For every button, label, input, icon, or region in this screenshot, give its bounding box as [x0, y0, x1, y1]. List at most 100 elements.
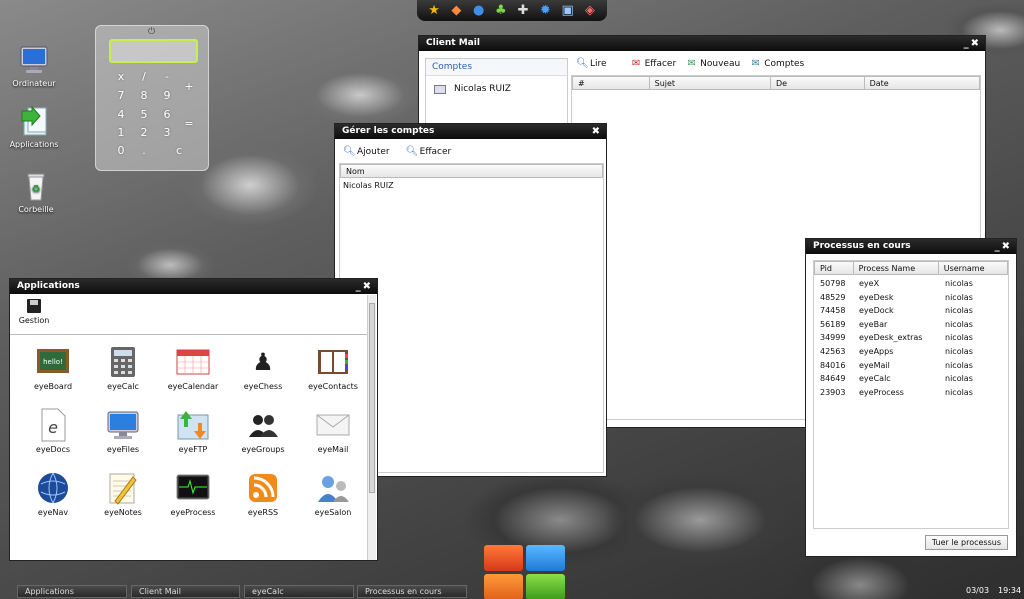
window-title: Client Mail — [426, 38, 480, 48]
gamepad-icon[interactable]: ✚ — [515, 3, 531, 19]
task-calc[interactable]: eyeCalc — [244, 585, 354, 598]
column-name[interactable]: Nom — [341, 165, 602, 177]
calc-key[interactable]: 3 — [160, 126, 174, 139]
desktop-icon-label: Applications — [9, 140, 59, 149]
manage-button[interactable]: Gestion — [18, 299, 50, 325]
calc-key[interactable]: = — [182, 117, 196, 130]
task-mail[interactable]: Client Mail — [131, 585, 240, 598]
desktop-icon-trash[interactable]: ♻ Corbeille — [6, 170, 66, 214]
app-eyecontacts[interactable]: eyeContacts — [298, 345, 368, 391]
calc-key[interactable]: 6 — [160, 108, 174, 121]
calc-key[interactable]: c — [172, 144, 186, 157]
close-icon[interactable]: ✖ — [363, 281, 373, 292]
app-eyedocs[interactable]: e eyeDocs — [18, 408, 88, 454]
column-number[interactable]: # — [573, 77, 650, 89]
column-from[interactable]: De — [771, 77, 865, 89]
applications-titlebar[interactable]: Applications _✖ — [10, 279, 377, 294]
calc-key[interactable]: . — [137, 144, 151, 157]
column-pid[interactable]: Pid — [815, 262, 854, 274]
desktop-icon-applications[interactable]: Applications — [4, 105, 64, 149]
account-item[interactable]: Nicolas RUIZ — [426, 76, 567, 94]
app-eyeftp[interactable]: eyeFTP — [158, 408, 228, 454]
calc-key[interactable]: - — [160, 70, 174, 83]
app-eyeboard[interactable]: hello! eyeBoard — [18, 345, 88, 391]
new-button[interactable]: ✉ Nouveau — [686, 58, 740, 69]
mail-titlebar[interactable]: Client Mail _✖ — [419, 36, 985, 51]
table-row[interactable]: 34999 eyeDesk_extras nicolas — [814, 331, 1008, 345]
tray-clock[interactable]: 19:34 — [998, 586, 1021, 595]
calc-key[interactable]: 9 — [160, 89, 174, 102]
read-button[interactable]: 🔍︎ Lire — [576, 58, 607, 69]
top-dock: ★ ◆ ● ♣ ✚ ✹ ▣ ◈ — [417, 0, 607, 21]
task-applications[interactable]: Applications — [17, 585, 127, 598]
column-subject[interactable]: Sujet — [650, 77, 772, 89]
accounts-list: Nom Nicolas RUIZ — [339, 163, 604, 473]
delete-button[interactable]: ✉ Effacer — [631, 58, 676, 69]
column-date[interactable]: Date — [865, 77, 979, 89]
table-row[interactable]: 42563 eyeApps nicolas — [814, 345, 1008, 359]
app-eyecalc[interactable]: eyeCalc — [88, 345, 158, 391]
calc-key[interactable]: 1 — [114, 126, 128, 139]
palette-icon[interactable]: ◈ — [582, 3, 598, 19]
app-eyerss[interactable]: eyeRSS — [228, 471, 298, 517]
power-icon[interactable]: ⏻ — [148, 27, 155, 37]
accounts-button[interactable]: ✉ Comptes — [750, 58, 804, 69]
calc-key[interactable]: / — [137, 70, 151, 83]
table-row[interactable]: 84649 eyeCalc nicolas — [814, 372, 1008, 386]
minimize-icon[interactable]: _ — [356, 281, 363, 292]
process-table-header: Pid Process Name Username — [814, 261, 1008, 275]
processes-titlebar[interactable]: Processus en cours _✖ — [806, 239, 1016, 254]
minimize-icon[interactable]: _ — [995, 241, 1002, 252]
close-icon[interactable]: ✖ — [1002, 241, 1012, 252]
minimize-icon[interactable]: _ — [964, 38, 971, 49]
table-row[interactable]: 74458 eyeDock nicolas — [814, 304, 1008, 318]
account-row[interactable]: Nicolas RUIZ — [340, 178, 603, 190]
calc-key[interactable]: 5 — [137, 108, 151, 121]
globe-icon[interactable]: ● — [471, 3, 487, 19]
calc-key[interactable]: 4 — [114, 108, 128, 121]
add-account-button[interactable]: 🔍︎ Ajouter — [343, 146, 390, 157]
close-icon[interactable]: ✖ — [592, 126, 602, 137]
calc-key[interactable]: 0 — [114, 144, 128, 157]
column-process-name[interactable]: Process Name — [854, 262, 939, 274]
calc-key[interactable]: 7 — [114, 89, 128, 102]
apps-scrollbar[interactable] — [367, 295, 376, 560]
calc-key[interactable]: 2 — [137, 126, 151, 139]
app-eyesalon[interactable]: eyeSalon — [298, 471, 368, 517]
colors-icon[interactable]: ♣ — [493, 3, 509, 19]
accounts-titlebar[interactable]: Gérer les comptes ✖ — [335, 124, 606, 139]
app-eyechess[interactable]: ♟ eyeChess — [228, 345, 298, 391]
app-eyemail[interactable]: eyeMail — [298, 408, 368, 454]
column-username[interactable]: Username — [939, 262, 1007, 274]
desktop-icon-label: Ordinateur — [12, 79, 56, 88]
star-icon[interactable]: ★ — [426, 3, 442, 19]
table-row[interactable]: 48529 eyeDesk nicolas — [814, 291, 1008, 305]
table-row[interactable]: 56189 eyeBar nicolas — [814, 318, 1008, 332]
app-eyenotes[interactable]: eyeNotes — [88, 471, 158, 517]
close-icon[interactable]: ✖ — [971, 38, 981, 49]
app-eyecalendar[interactable]: eyeCalendar — [158, 345, 228, 391]
desktop-icon-computer[interactable]: Ordinateur — [4, 44, 64, 88]
calculator-icon — [106, 345, 140, 379]
delete-account-button[interactable]: 🔍︎ Effacer — [406, 146, 452, 157]
computer-icon — [18, 44, 50, 76]
calc-key[interactable]: 8 — [137, 89, 151, 102]
app-eyegroups[interactable]: eyeGroups — [228, 408, 298, 454]
monitor-icon[interactable]: ▣ — [560, 3, 576, 19]
magnifier-icon: 🔍︎ — [405, 146, 419, 157]
process-rows: 50798 eyeX nicolas 48529 eyeDesk nicolas 744… — [814, 275, 1008, 399]
paint-icon[interactable]: ◆ — [448, 3, 464, 19]
app-eyefiles[interactable]: eyeFiles — [88, 408, 158, 454]
kill-process-button[interactable]: Tuer le processus — [924, 535, 1008, 550]
app-eyeprocess[interactable]: eyeProcess — [158, 471, 228, 517]
table-row[interactable]: 50798 eyeX nicolas — [814, 277, 1008, 291]
process-table: Pid Process Name Username 50798 eyeX nicol… — [813, 260, 1009, 529]
app-eyenav[interactable]: eyeNav — [18, 471, 88, 517]
table-row[interactable]: 84016 eyeMail nicolas — [814, 359, 1008, 373]
calc-key[interactable]: + — [182, 80, 196, 93]
gear-icon[interactable]: ✹ — [537, 3, 553, 19]
task-processes[interactable]: Processus en cours — [357, 585, 467, 598]
table-row[interactable]: 23903 eyeProcess nicolas — [814, 386, 1008, 400]
calc-key[interactable]: x — [114, 70, 128, 83]
monitor-icon — [106, 408, 140, 442]
